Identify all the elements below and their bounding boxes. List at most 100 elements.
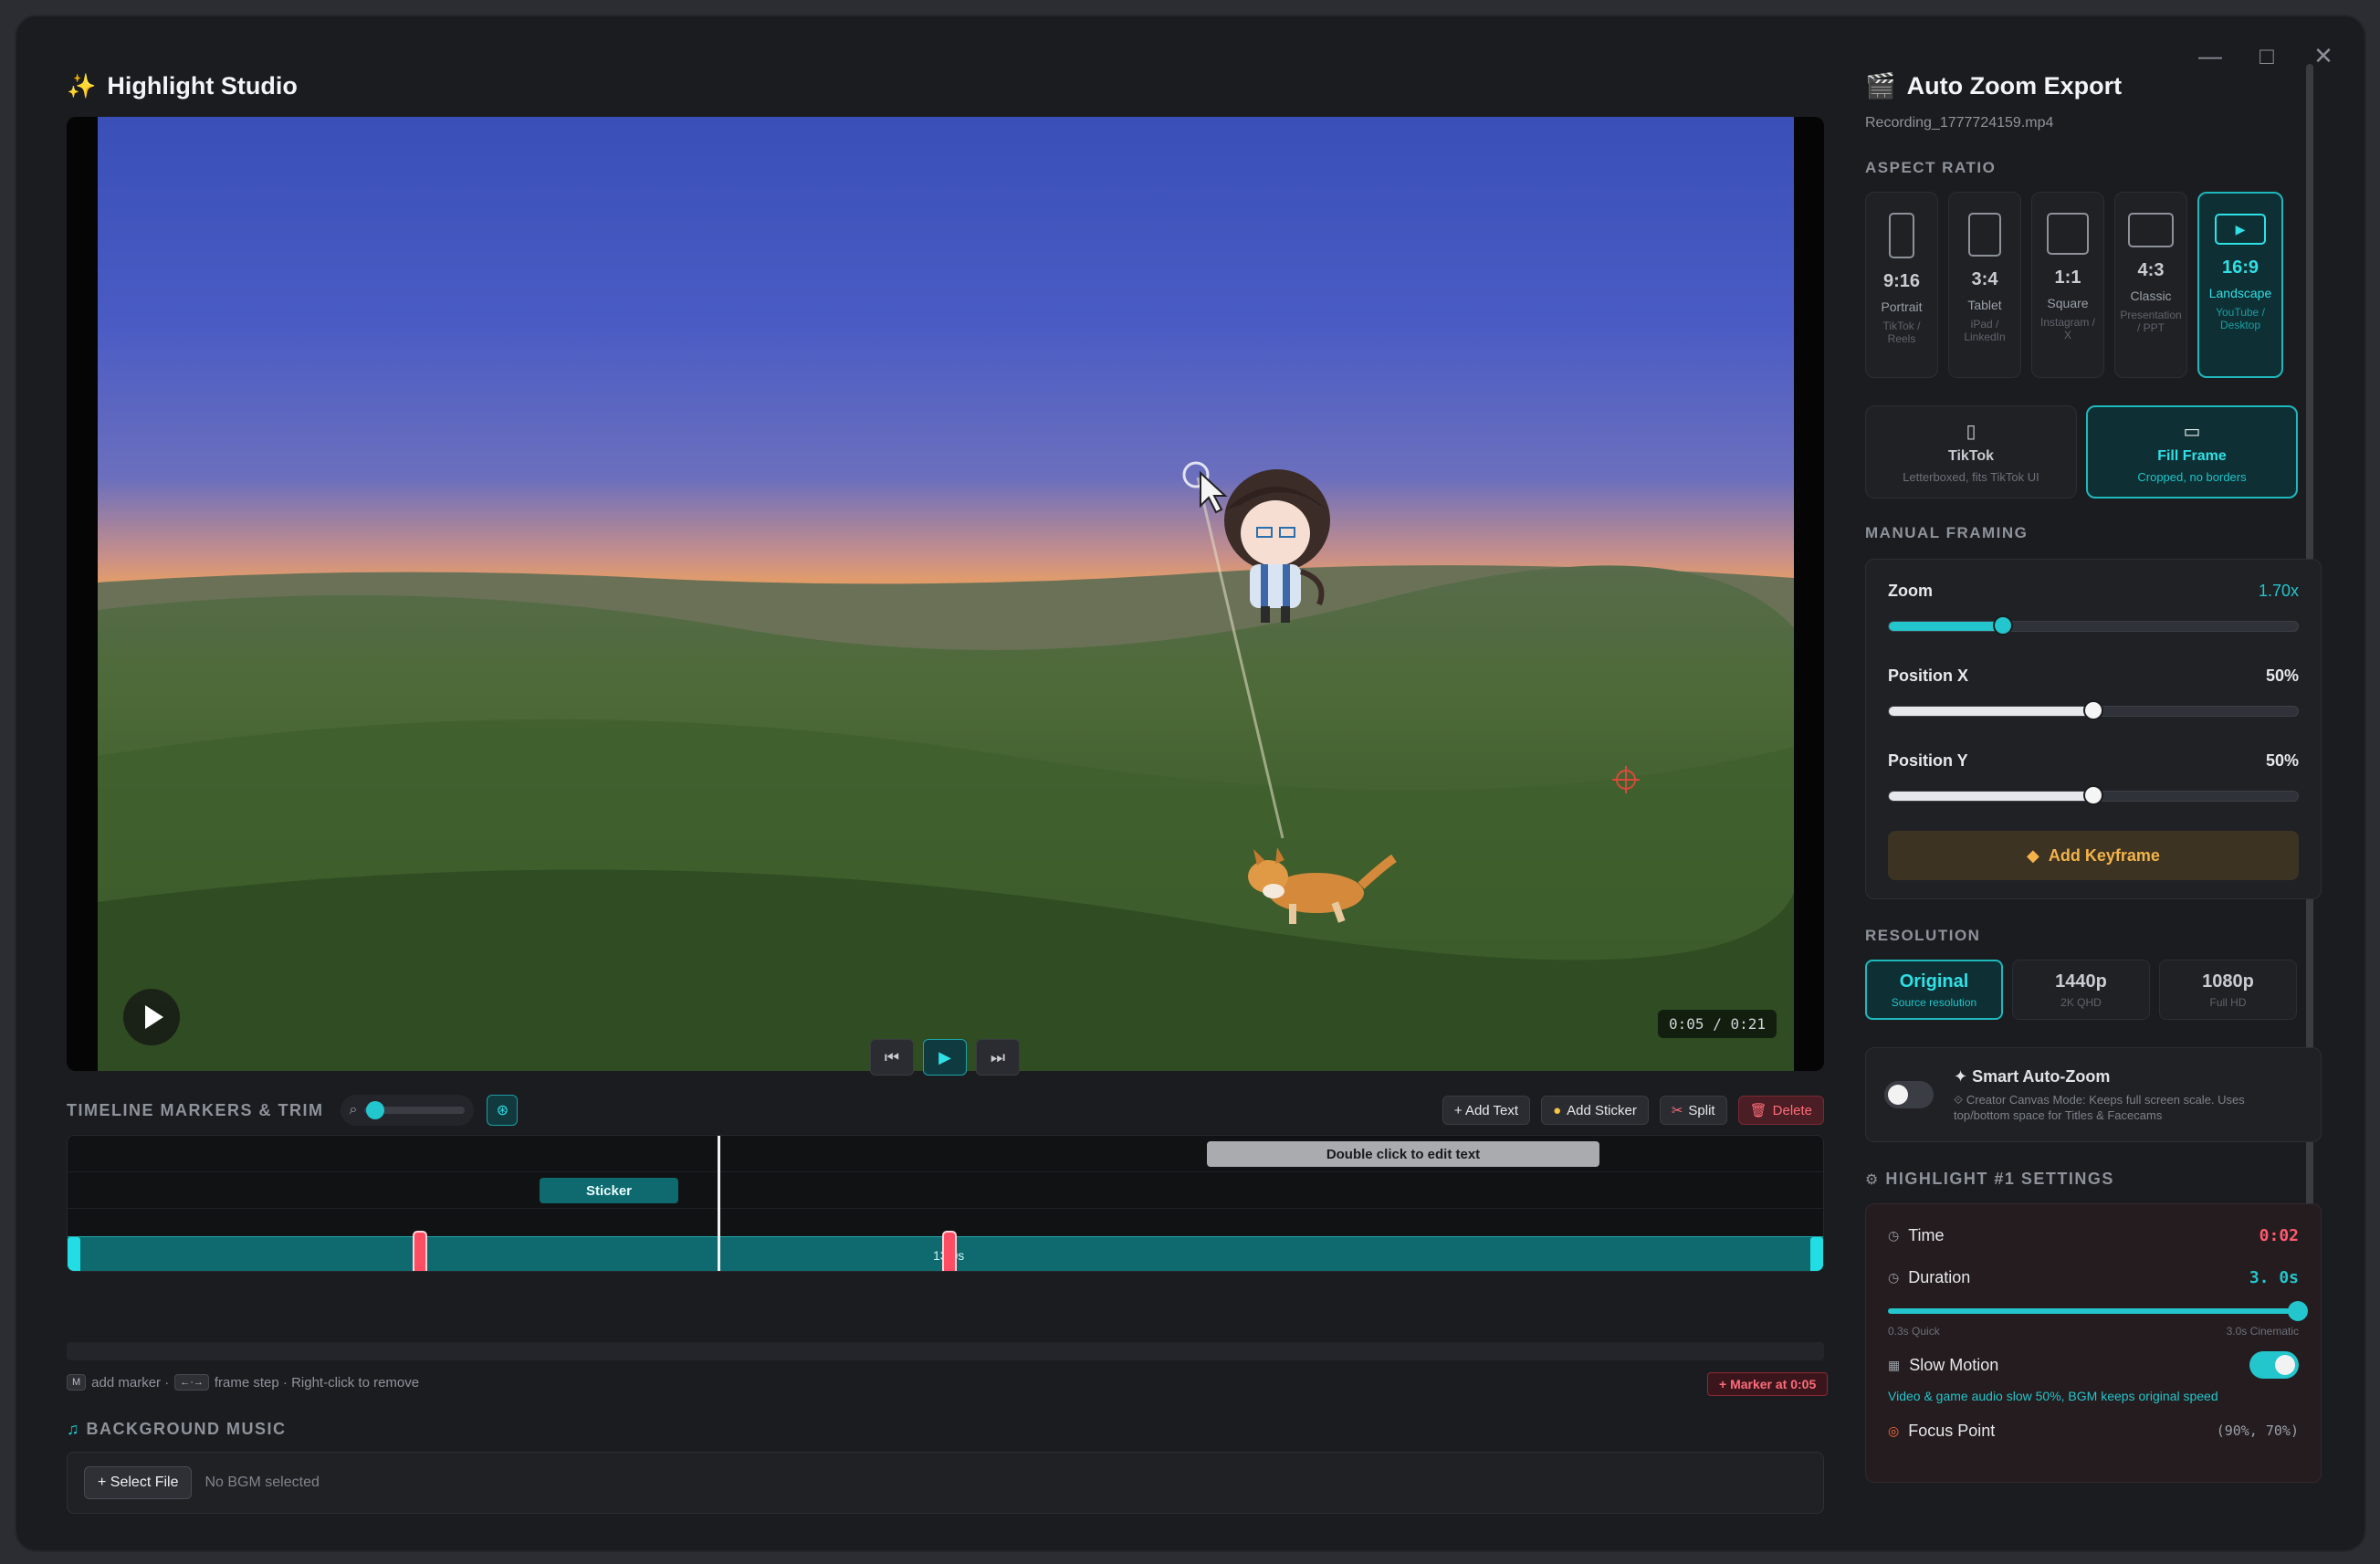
resolution-title: Original [1899, 971, 1969, 992]
zoom-label: Zoom [1888, 582, 1933, 600]
skip-forward-icon: ⏭ [990, 1047, 1006, 1066]
ratio-value: 16:9 [2221, 257, 2259, 278]
resolution-1080p[interactable]: 1080p Full HD [2159, 960, 2297, 1020]
skip-forward-button[interactable]: ⏭ [976, 1039, 1020, 1076]
fit-desc: Cropped, no borders [2137, 470, 2247, 484]
add-sticker-button[interactable]: ● Add Sticker [1541, 1096, 1649, 1125]
position-y-slider[interactable] [1888, 785, 2299, 805]
slider-knob[interactable] [2083, 700, 2103, 720]
slider-knob[interactable] [1993, 615, 2014, 635]
highlight-title: HIGHLIGHT #1 SETTINGS [1885, 1170, 2114, 1188]
square-icon [2047, 213, 2089, 255]
ratio-name: Portrait [1881, 299, 1923, 314]
aspect-ratio-options: 9:16 Portrait TikTok / Reels 3:4 Tablet … [1865, 192, 2322, 378]
slider-knob[interactable] [366, 1101, 385, 1119]
timeline-actions: + Add Text ● Add Sticker ✂ Split 🗑 Delete [1442, 1096, 1824, 1125]
play-overlay-button[interactable] [123, 989, 180, 1045]
slider-fill [1889, 792, 2093, 801]
resolution-title: 1440p [2055, 971, 2107, 992]
target-icon: ◎ [1888, 1422, 1900, 1438]
trim-handle-right[interactable] [1810, 1237, 1823, 1271]
focus-point-label: Focus Point [1908, 1421, 1996, 1440]
add-keyframe-button[interactable]: ◆ Add Keyframe [1888, 831, 2299, 880]
editor-column: ✨ Highlight Studio [67, 69, 1824, 102]
slow-motion-label: Slow Motion [1909, 1355, 1999, 1374]
timeline-tracks[interactable]: Double click to edit text Sticker 13.0s [67, 1135, 1824, 1272]
ratio-9-16[interactable]: 9:16 Portrait TikTok / Reels [1865, 192, 1938, 378]
ratio-name: Tablet [1967, 298, 2002, 312]
timeline-scrollbar[interactable] [67, 1342, 1824, 1360]
duration-label: Duration [1908, 1267, 1971, 1286]
delete-button[interactable]: 🗑 Delete [1737, 1096, 1824, 1125]
duration-slider[interactable] [1888, 1301, 2308, 1321]
timeline-marker[interactable] [413, 1231, 427, 1271]
minimize-icon[interactable]: — [2195, 44, 2226, 68]
add-text-button[interactable]: + Add Text [1442, 1096, 1531, 1125]
timeline-hint: M add marker · ←·→ frame step · Right-cl… [67, 1374, 419, 1391]
smart-title: ✦ Smart Auto-Zoom [1954, 1066, 2111, 1086]
app-title: Highlight Studio [107, 71, 298, 100]
aspect-ratio-title: ASPECT RATIO [1865, 159, 1997, 176]
resolution-1440p[interactable]: 1440p 2K QHD [2012, 960, 2150, 1020]
slider-knob[interactable] [2083, 785, 2103, 805]
ratio-16-9[interactable]: ▶ 16:9 Landscape YouTube / Desktop [2197, 192, 2283, 378]
ratio-1-1[interactable]: 1:1 Square Instagram / X [2031, 192, 2104, 378]
bgm-header: ♫ BACKGROUND MUSIC [67, 1420, 287, 1439]
split-button[interactable]: ✂ Split [1659, 1096, 1727, 1125]
ratio-desc: Instagram / X [2039, 316, 2096, 341]
delete-label: Delete [1772, 1102, 1812, 1118]
resolution-options: Original Source resolution 1440p 2K QHD … [1865, 960, 2322, 1020]
skip-back-button[interactable]: ⏮ [870, 1039, 914, 1076]
scissors-icon: ✂ [1671, 1103, 1683, 1118]
add-sticker-label: Add Sticker [1567, 1102, 1637, 1118]
fit-title: TikTok [1947, 448, 1995, 464]
slider-knob[interactable] [2288, 1301, 2308, 1321]
zoom-value: 1.70x [2258, 582, 2299, 600]
monitor-icon: ▭ [2183, 422, 2201, 442]
smart-auto-zoom-toggle[interactable] [1884, 1081, 1934, 1108]
resolution-original[interactable]: Original Source resolution [1865, 960, 2003, 1020]
ratio-name: Classic [2130, 289, 2172, 303]
select-file-button[interactable]: + Select File [84, 1466, 193, 1499]
slider-fill [1889, 707, 2093, 716]
video-player[interactable]: 0:05 / 0:21 [67, 117, 1824, 1071]
maximize-icon[interactable]: □ [2251, 44, 2282, 68]
slow-motion-row: ▦ Slow Motion [1888, 1351, 2299, 1379]
play-button[interactable]: ▶ [923, 1039, 967, 1076]
playhead[interactable] [718, 1136, 720, 1271]
ratio-desc: TikTok / Reels [1882, 320, 1921, 345]
ratio-3-4[interactable]: 3:4 Tablet iPad / LinkedIn [1948, 192, 2021, 378]
position-y-label: Position Y [1888, 751, 1968, 770]
search-icon: ⌕ [349, 1102, 358, 1118]
highlight-settings-box: ◷ Time 0:02 ◷ Duration 3. 0s 0.3s Quick 3.… [1865, 1203, 2322, 1483]
clapperboard-icon: 🎬 [1865, 72, 1896, 100]
timecode: 0:05 / 0:21 [1658, 1010, 1777, 1038]
trim-handle-left[interactable] [68, 1237, 80, 1271]
timeline-title: TIMELINE MARKERS & TRIM [67, 1100, 324, 1119]
position-y-value: 50% [2265, 751, 2299, 770]
timeline-marker[interactable] [942, 1231, 957, 1271]
zoom-row: Zoom 1.70x [1888, 582, 2299, 601]
slow-motion-toggle[interactable] [2249, 1351, 2299, 1379]
ratio-4-3[interactable]: 4:3 Classic Presentation / PPT [2114, 192, 2187, 378]
add-marker-badge[interactable]: + Marker at 0:05 [1707, 1372, 1829, 1396]
zoom-slider[interactable] [1888, 615, 2299, 635]
highlight-header: ⚙ HIGHLIGHT #1 SETTINGS [1865, 1170, 2322, 1189]
position-x-label: Position X [1888, 667, 1969, 685]
split-label: Split [1688, 1102, 1715, 1118]
timeline-zoom-slider[interactable] [364, 1101, 466, 1119]
close-icon[interactable]: ✕ [2308, 44, 2339, 68]
app-header: ✨ Highlight Studio [67, 69, 1824, 102]
sticker-clip[interactable]: Sticker [540, 1178, 678, 1203]
framing-title: MANUAL FRAMING [1865, 524, 2029, 541]
file-name: Recording_1777724159.mp4 [1865, 115, 2054, 131]
snap-toggle-button[interactable]: ⊛ [487, 1095, 519, 1126]
fit-tiktok-option[interactable]: ▯ TikTok Letterboxed, fits TikTok UI [1865, 405, 2077, 499]
focus-point-row[interactable]: ◎ Focus Point (90%, 70%) [1888, 1420, 2299, 1442]
text-clip[interactable]: Double click to edit text [1207, 1141, 1599, 1167]
position-x-slider[interactable] [1888, 700, 2299, 720]
time-row: ◷ Time 0:02 [1888, 1224, 2299, 1246]
ratio-value: 3:4 [1971, 269, 1998, 289]
ratio-value: 4:3 [2137, 260, 2165, 280]
fit-fill-frame-option[interactable]: ▭ Fill Frame Cropped, no borders [2086, 405, 2298, 499]
